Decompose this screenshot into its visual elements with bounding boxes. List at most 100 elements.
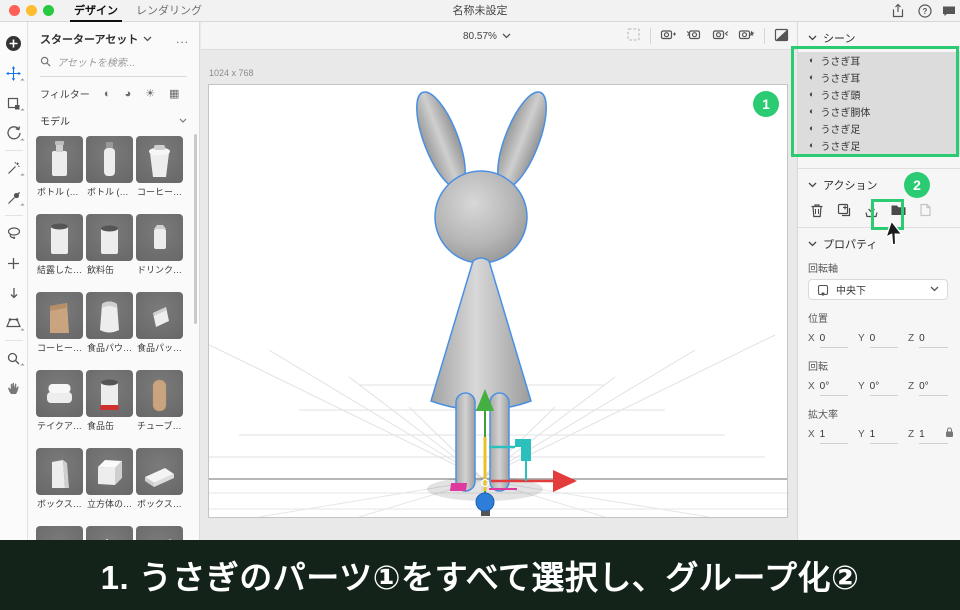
gizmo-x-arrow	[553, 470, 577, 492]
select-scale-tool-icon[interactable]	[2, 88, 26, 118]
render-preview-icon[interactable]	[774, 28, 789, 45]
comment-icon[interactable]	[941, 3, 957, 19]
camera-bookmark-icon[interactable]	[738, 27, 755, 45]
properties-section-header[interactable]: プロパティ	[798, 228, 960, 258]
zoom-value: 80.57%	[463, 31, 497, 42]
match-image-icon[interactable]	[626, 27, 641, 45]
asset-thumbnail-can-red[interactable]	[86, 370, 133, 417]
filter-materials-icon[interactable]: ◕	[124, 88, 131, 100]
asset-tile[interactable]: ボックス…	[136, 448, 183, 510]
asset-thumbnail-pouch[interactable]	[86, 292, 133, 339]
select-move-tool-icon[interactable]	[2, 58, 26, 88]
asset-tile[interactable]: 食品缶	[86, 370, 133, 432]
rotation-y-field[interactable]: Y0°	[858, 381, 898, 396]
sampler-tool-icon[interactable]	[2, 183, 26, 213]
actions-section-header[interactable]: アクション	[798, 169, 960, 199]
asset-tile[interactable]: ボトル (…	[36, 136, 83, 198]
panel-menu-icon[interactable]: ...	[176, 32, 189, 46]
position-z-field[interactable]: Z0	[908, 333, 948, 348]
asset-tile[interactable]: 食品パッ…	[136, 292, 183, 354]
asset-thumbnail-box-tall[interactable]	[36, 448, 83, 495]
search-icon	[40, 56, 51, 67]
add-content-icon[interactable]	[2, 28, 26, 58]
camera-redo-icon[interactable]	[712, 27, 729, 45]
asset-thumbnail-wedge[interactable]	[136, 448, 183, 495]
document-title: 名称未設定	[0, 0, 960, 22]
asset-thumbnail-sachet[interactable]	[136, 292, 183, 339]
magic-wand-tool-icon[interactable]	[2, 153, 26, 183]
asset-thumbnail-bottle-slim[interactable]	[86, 136, 133, 183]
annotation-badge-1: 1	[753, 91, 779, 117]
asset-thumbnail-tube-tan[interactable]	[136, 370, 183, 417]
asset-thumbnail-card-lean[interactable]	[136, 526, 183, 540]
asset-tile[interactable]: カードの…	[136, 526, 183, 540]
zoom-control[interactable]: 80.57%	[463, 22, 511, 50]
asset-tile[interactable]: 立方体の…	[86, 448, 133, 510]
move-origin-icon[interactable]	[2, 248, 26, 278]
asset-thumbnail-clamshell[interactable]	[36, 370, 83, 417]
help-icon[interactable]: ?	[917, 3, 933, 19]
asset-tile[interactable]: チューブ…	[136, 370, 183, 432]
horizon-tool-icon[interactable]	[2, 308, 26, 338]
asset-thumbnail-package-tan[interactable]	[36, 526, 83, 540]
assets-panel-title[interactable]: スターターアセット	[40, 31, 138, 47]
filter-lights-icon[interactable]: ☀	[145, 87, 155, 100]
asset-thumbnail-pouch-mini[interactable]	[136, 214, 183, 261]
asset-tile[interactable]: コーヒー…	[136, 136, 183, 198]
asset-tile[interactable]: 名刺の束	[86, 526, 133, 540]
scale-y-field[interactable]: Y1	[858, 429, 898, 444]
share-icon[interactable]	[890, 3, 906, 19]
annotation-badge-2: 2	[904, 172, 930, 198]
asset-thumbnail-cup[interactable]	[136, 136, 183, 183]
pivot-select[interactable]: 中央下	[808, 279, 948, 300]
asset-tile[interactable]: 紐で結ん…	[36, 526, 83, 540]
zoom-tool-icon[interactable]	[2, 343, 26, 373]
asset-thumbnail-can-tall[interactable]	[36, 214, 83, 261]
drop-to-ground-icon[interactable]	[2, 278, 26, 308]
app-window: デザイン レンダリング 名称未設定 ?	[0, 0, 960, 610]
rotation-x-field[interactable]: X0°	[808, 381, 848, 396]
rabbit-body	[431, 258, 531, 410]
asset-tile[interactable]: コーヒー…	[36, 292, 83, 354]
filter-images-icon[interactable]: ▦	[169, 87, 179, 100]
artboard[interactable]	[208, 84, 788, 518]
asset-search-input[interactable]: アセットを検索...	[40, 54, 187, 77]
asset-tile[interactable]: 飲料缶	[86, 214, 133, 276]
asset-tile[interactable]: ボックス…	[36, 448, 83, 510]
scale-x-field[interactable]: X1	[808, 429, 848, 444]
asset-thumbnail-bottle-square[interactable]	[36, 136, 83, 183]
properties-header-label: プロパティ	[823, 236, 877, 252]
asset-thumbnail-bag-tan[interactable]	[36, 292, 83, 339]
asset-tile[interactable]: ボトル (…	[86, 136, 133, 198]
assets-scrollbar[interactable]	[194, 134, 197, 324]
asset-tile[interactable]: テイクア…	[36, 370, 83, 432]
scale-z-field[interactable]: Z1	[908, 429, 948, 444]
rotation-z-field[interactable]: Z0°	[908, 381, 948, 396]
asset-thumbnail-cards[interactable]	[86, 526, 133, 540]
pivot-position-icon	[817, 284, 829, 296]
camera-undo-icon[interactable]	[686, 27, 703, 45]
position-y-field[interactable]: Y0	[858, 333, 898, 348]
asset-tile[interactable]: ドリンク…	[136, 214, 183, 276]
actions-header-label: アクション	[823, 177, 877, 193]
lock-icon[interactable]	[945, 427, 954, 441]
position-x-field[interactable]: X0	[808, 333, 848, 348]
starter-assets-panel: スターターアセット ... アセットを検索... フィルター ◐ ◕ ☀ ▦ モ…	[28, 22, 200, 540]
select-rotate-tool-icon[interactable]	[2, 118, 26, 148]
filter-models-icon[interactable]: ◐	[104, 88, 111, 100]
page-icon	[916, 201, 934, 219]
pan-tool-icon[interactable]	[2, 373, 26, 403]
asset-tile[interactable]: 結露した…	[36, 214, 83, 276]
asset-thumbnail-cube[interactable]	[86, 448, 133, 495]
chevron-down-icon	[143, 34, 152, 45]
asset-tile[interactable]: 食品パウ…	[86, 292, 133, 354]
models-section-header[interactable]: モデル	[28, 105, 199, 134]
duplicate-icon[interactable]	[835, 201, 853, 219]
delete-icon[interactable]	[808, 201, 826, 219]
camera-add-icon[interactable]	[660, 27, 677, 45]
asset-thumbnail-can[interactable]	[86, 214, 133, 261]
gizmo-xz-handle	[450, 483, 467, 491]
lasso-select-icon[interactable]	[2, 218, 26, 248]
rabbit-model[interactable]	[407, 86, 556, 491]
canvas-toolbar: 80.57%	[201, 22, 797, 50]
